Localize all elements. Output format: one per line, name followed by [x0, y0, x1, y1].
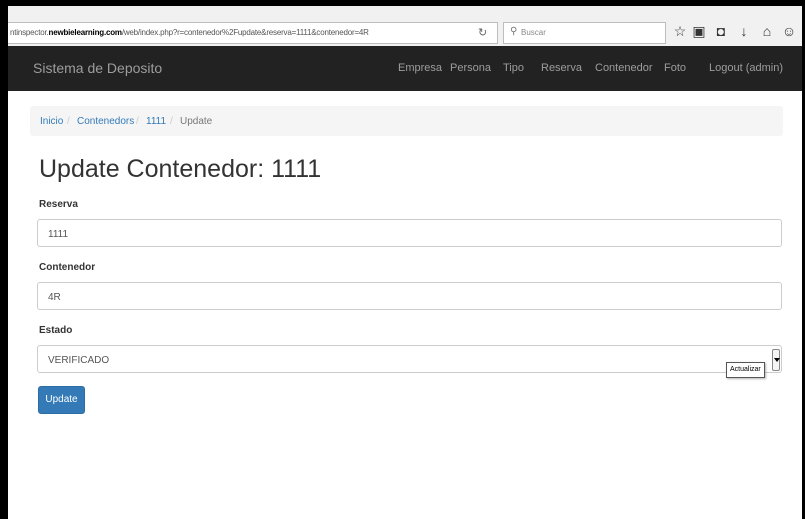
- page-title: Update Contenedor: 1111: [39, 155, 322, 183]
- nav-item-persona[interactable]: Persona: [450, 62, 491, 74]
- window-frame-left: [0, 0, 8, 519]
- nav-item-tipo[interactable]: Tipo: [503, 62, 524, 74]
- breadcrumb-1111[interactable]: 1111: [146, 116, 166, 127]
- clipboard-icon[interactable]: ▣: [691, 23, 707, 40]
- chevron-down-icon[interactable]: [772, 349, 780, 371]
- search-icon: ⚲: [510, 26, 518, 37]
- contenedor-input[interactable]: 4R: [37, 282, 782, 310]
- contenedor-value: 4R: [48, 292, 61, 303]
- reserva-input[interactable]: 1111: [37, 219, 782, 247]
- breadcrumb-inicio[interactable]: Inicio: [40, 116, 63, 127]
- contenedor-label: Contenedor: [39, 262, 96, 273]
- nav-item-reserva[interactable]: Reserva: [541, 62, 582, 74]
- nav-item-foto[interactable]: Foto: [664, 62, 686, 74]
- breadcrumb: Inicio / Contenedors / 1111 / Update: [30, 106, 783, 136]
- pocket-icon[interactable]: ◘: [713, 23, 729, 39]
- nav-item-contenedor[interactable]: Contenedor: [595, 62, 653, 74]
- nav-item-logout[interactable]: Logout (admin): [709, 62, 783, 74]
- breadcrumb-separator: /: [67, 116, 70, 127]
- breadcrumb-contenedors[interactable]: Contenedors: [77, 116, 134, 127]
- update-button[interactable]: Update: [38, 386, 85, 414]
- url-text: ntinspector.newbielearning.com/web/index…: [10, 28, 369, 37]
- reserva-label: Reserva: [39, 199, 78, 210]
- url-bar[interactable]: ntinspector.newbielearning.com/web/index…: [8, 22, 498, 44]
- estado-select[interactable]: VERIFICADO: [37, 345, 782, 373]
- browser-search-input[interactable]: ⚲ Buscar: [503, 22, 666, 44]
- navbar-brand[interactable]: Sistema de Deposito: [33, 60, 162, 76]
- navbar: Sistema de Deposito Empresa Persona Tipo…: [8, 46, 802, 91]
- reload-icon[interactable]: ↻: [478, 26, 487, 39]
- download-icon[interactable]: ↓: [736, 23, 752, 39]
- smiley-icon[interactable]: ☺: [781, 23, 797, 39]
- estado-value: VERIFICADO: [48, 355, 110, 366]
- tooltip: Actualizar: [726, 362, 765, 378]
- breadcrumb-active: Update: [180, 116, 213, 127]
- star-icon[interactable]: ☆: [672, 23, 688, 40]
- nav-item-empresa[interactable]: Empresa: [398, 62, 442, 74]
- breadcrumb-separator: /: [136, 116, 139, 127]
- browser-toolbar: ntinspector.newbielearning.com/web/index…: [8, 6, 802, 47]
- search-placeholder: Buscar: [521, 28, 546, 37]
- reserva-value: 1111: [48, 229, 69, 240]
- breadcrumb-separator: /: [170, 116, 173, 127]
- estado-label: Estado: [39, 325, 73, 336]
- home-icon[interactable]: ⌂: [759, 23, 775, 39]
